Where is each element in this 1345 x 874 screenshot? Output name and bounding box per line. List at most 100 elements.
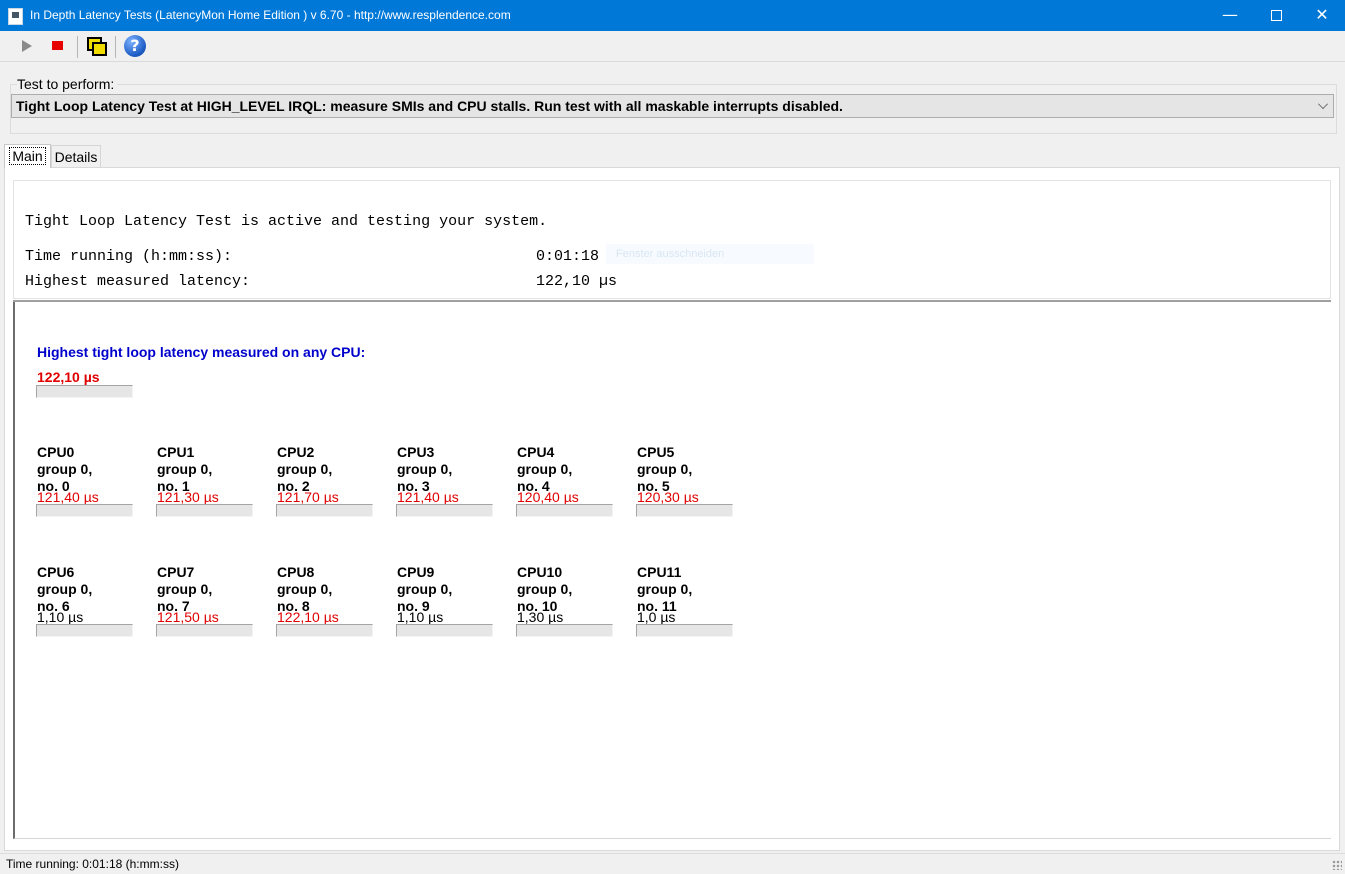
cpu-latency-value: 121,40 µs <box>37 489 99 505</box>
cpu-group: group 0, <box>157 461 213 477</box>
cpu-group: group 0, <box>37 461 93 477</box>
start-button[interactable] <box>14 34 38 58</box>
cpu-latency-value: 1,0 µs <box>637 609 676 625</box>
cpu-card: CPU2 group 0, no. 2 121,70 µs <box>276 444 377 517</box>
cpu-name: CPU6 <box>37 564 75 580</box>
cpu-card: CPU11 group 0, no. 11 1,0 µs <box>636 564 737 637</box>
cpu-latency-value: 1,10 µs <box>37 609 84 625</box>
cpu-latency-bar <box>636 624 733 637</box>
cpu-group: group 0, <box>277 581 333 597</box>
cpu-title: CPU9 group 0, no. 9 <box>397 564 452 615</box>
cpu-latency-bar <box>156 624 253 637</box>
cpu-group: group 0, <box>397 461 453 477</box>
cpu-name: CPU2 <box>277 444 315 460</box>
tab-details-label: Details <box>54 149 98 165</box>
cpu-name: CPU10 <box>517 564 563 580</box>
cpu-group: group 0, <box>37 581 93 597</box>
toolbar: ? <box>0 31 1345 62</box>
cpu-title: CPU11 group 0, no. 11 <box>637 564 692 615</box>
cpu-card: CPU9 group 0, no. 9 1,10 µs <box>396 564 497 637</box>
cpu-title: CPU7 group 0, no. 7 <box>157 564 212 615</box>
cpu-group: group 0, <box>397 581 453 597</box>
cpu-name: CPU7 <box>157 564 195 580</box>
resize-grip-icon[interactable] <box>1332 860 1342 870</box>
time-label: Time running (h:mm:ss): <box>25 248 233 265</box>
stop-icon <box>52 41 63 50</box>
cpu-name: CPU5 <box>637 444 675 460</box>
cpu-card: CPU4 group 0, no. 4 120,40 µs <box>516 444 617 517</box>
cpu-latency-bar <box>636 504 733 517</box>
test-select[interactable]: Tight Loop Latency Test at HIGH_LEVEL IR… <box>11 94 1334 118</box>
cpu-latency-bar <box>516 504 613 517</box>
cpu-name: CPU4 <box>517 444 555 460</box>
cpu-latency-bar <box>396 504 493 517</box>
app-icon <box>8 8 23 25</box>
status-text: Time running: 0:01:18 (h:mm:ss) <box>6 857 179 871</box>
cpu-title: CPU0 group 0, no. 0 <box>37 444 92 495</box>
tab-main[interactable]: Main <box>4 144 51 168</box>
cpu-latency-value: 122,10 µs <box>277 609 339 625</box>
active-text: Tight Loop Latency Test is active and te… <box>25 213 548 230</box>
cpu-card: CPU3 group 0, no. 3 121,40 µs <box>396 444 497 517</box>
cpu-latency-bar <box>276 504 373 517</box>
close-icon: ✕ <box>1315 5 1329 24</box>
cpu-latency-bar <box>276 624 373 637</box>
close-button[interactable]: ✕ <box>1299 0 1345 31</box>
cpu-title: CPU10 group 0, no. 10 <box>517 564 572 615</box>
help-icon: ? <box>124 35 146 57</box>
cpu-card: CPU8 group 0, no. 8 122,10 µs <box>276 564 377 637</box>
cpu-card: CPU0 group 0, no. 0 121,40 µs <box>36 444 137 517</box>
minimize-icon: — <box>1222 5 1238 24</box>
cpu-title: CPU1 group 0, no. 1 <box>157 444 212 495</box>
latency-value: 122,10 µs <box>536 273 618 290</box>
cpu-card: CPU10 group 0, no. 10 1,30 µs <box>516 564 617 637</box>
status-bar: Time running: 0:01:18 (h:mm:ss) <box>0 853 1345 873</box>
tab-details[interactable]: Details <box>51 145 101 169</box>
window-title: In Depth Latency Tests (LatencyMon Home … <box>30 8 511 22</box>
cpu-latency-value: 120,40 µs <box>517 489 579 505</box>
minimize-button[interactable]: — <box>1207 0 1253 31</box>
highest-value: 122,10 µs <box>37 369 100 385</box>
cpu-title: CPU6 group 0, no. 6 <box>37 564 92 615</box>
help-button[interactable]: ? <box>123 34 147 58</box>
cpu-latency-value: 121,70 µs <box>277 489 339 505</box>
ghost-tooltip: Fenster ausschneiden <box>606 244 814 264</box>
cpu-card: CPU7 group 0, no. 7 121,50 µs <box>156 564 257 637</box>
cpu-latency-bar <box>36 624 133 637</box>
stop-button[interactable] <box>46 34 70 58</box>
cpu-group: group 0, <box>157 581 213 597</box>
summary-panel: Tight Loop Latency Test is active and te… <box>13 180 1331 299</box>
cpu-name: CPU0 <box>37 444 75 460</box>
toolbar-separator <box>115 36 116 58</box>
cpu-latency-bar <box>156 504 253 517</box>
cpu-card: CPU1 group 0, no. 1 121,30 µs <box>156 444 257 517</box>
cpu-name: CPU9 <box>397 564 435 580</box>
cpu-name: CPU11 <box>637 564 682 580</box>
cpu-card: CPU6 group 0, no. 6 1,10 µs <box>36 564 137 637</box>
latency-label: Highest measured latency: <box>25 273 251 290</box>
toolbar-separator <box>77 36 78 58</box>
cpu-latency-value: 121,40 µs <box>397 489 459 505</box>
cpu-latency-bar <box>36 504 133 517</box>
cpu-group: group 0, <box>517 461 573 477</box>
highest-latency-bar <box>36 385 133 398</box>
cpu-group: group 0, <box>277 461 333 477</box>
test-label: Test to perform: <box>17 76 118 92</box>
maximize-button[interactable] <box>1253 0 1299 31</box>
cpu-title: CPU5 group 0, no. 5 <box>637 444 692 495</box>
cpu-name: CPU3 <box>397 444 435 460</box>
cpu-name: CPU8 <box>277 564 315 580</box>
windows-button[interactable] <box>84 34 108 58</box>
chevron-down-icon <box>1318 99 1328 109</box>
cpu-group: group 0, <box>637 581 693 597</box>
cpu-card: CPU5 group 0, no. 5 120,30 µs <box>636 444 737 517</box>
cpu-latency-value: 120,30 µs <box>637 489 699 505</box>
cpu-latency-value: 1,30 µs <box>517 609 564 625</box>
time-value: 0:01:18 <box>536 248 600 265</box>
cpu-latency-value: 1,10 µs <box>397 609 444 625</box>
maximize-icon <box>1270 10 1282 21</box>
cascade-windows-icon <box>87 37 107 56</box>
cpu-title: CPU2 group 0, no. 2 <box>277 444 332 495</box>
play-icon <box>22 40 32 52</box>
cpu-title: CPU8 group 0, no. 8 <box>277 564 332 615</box>
